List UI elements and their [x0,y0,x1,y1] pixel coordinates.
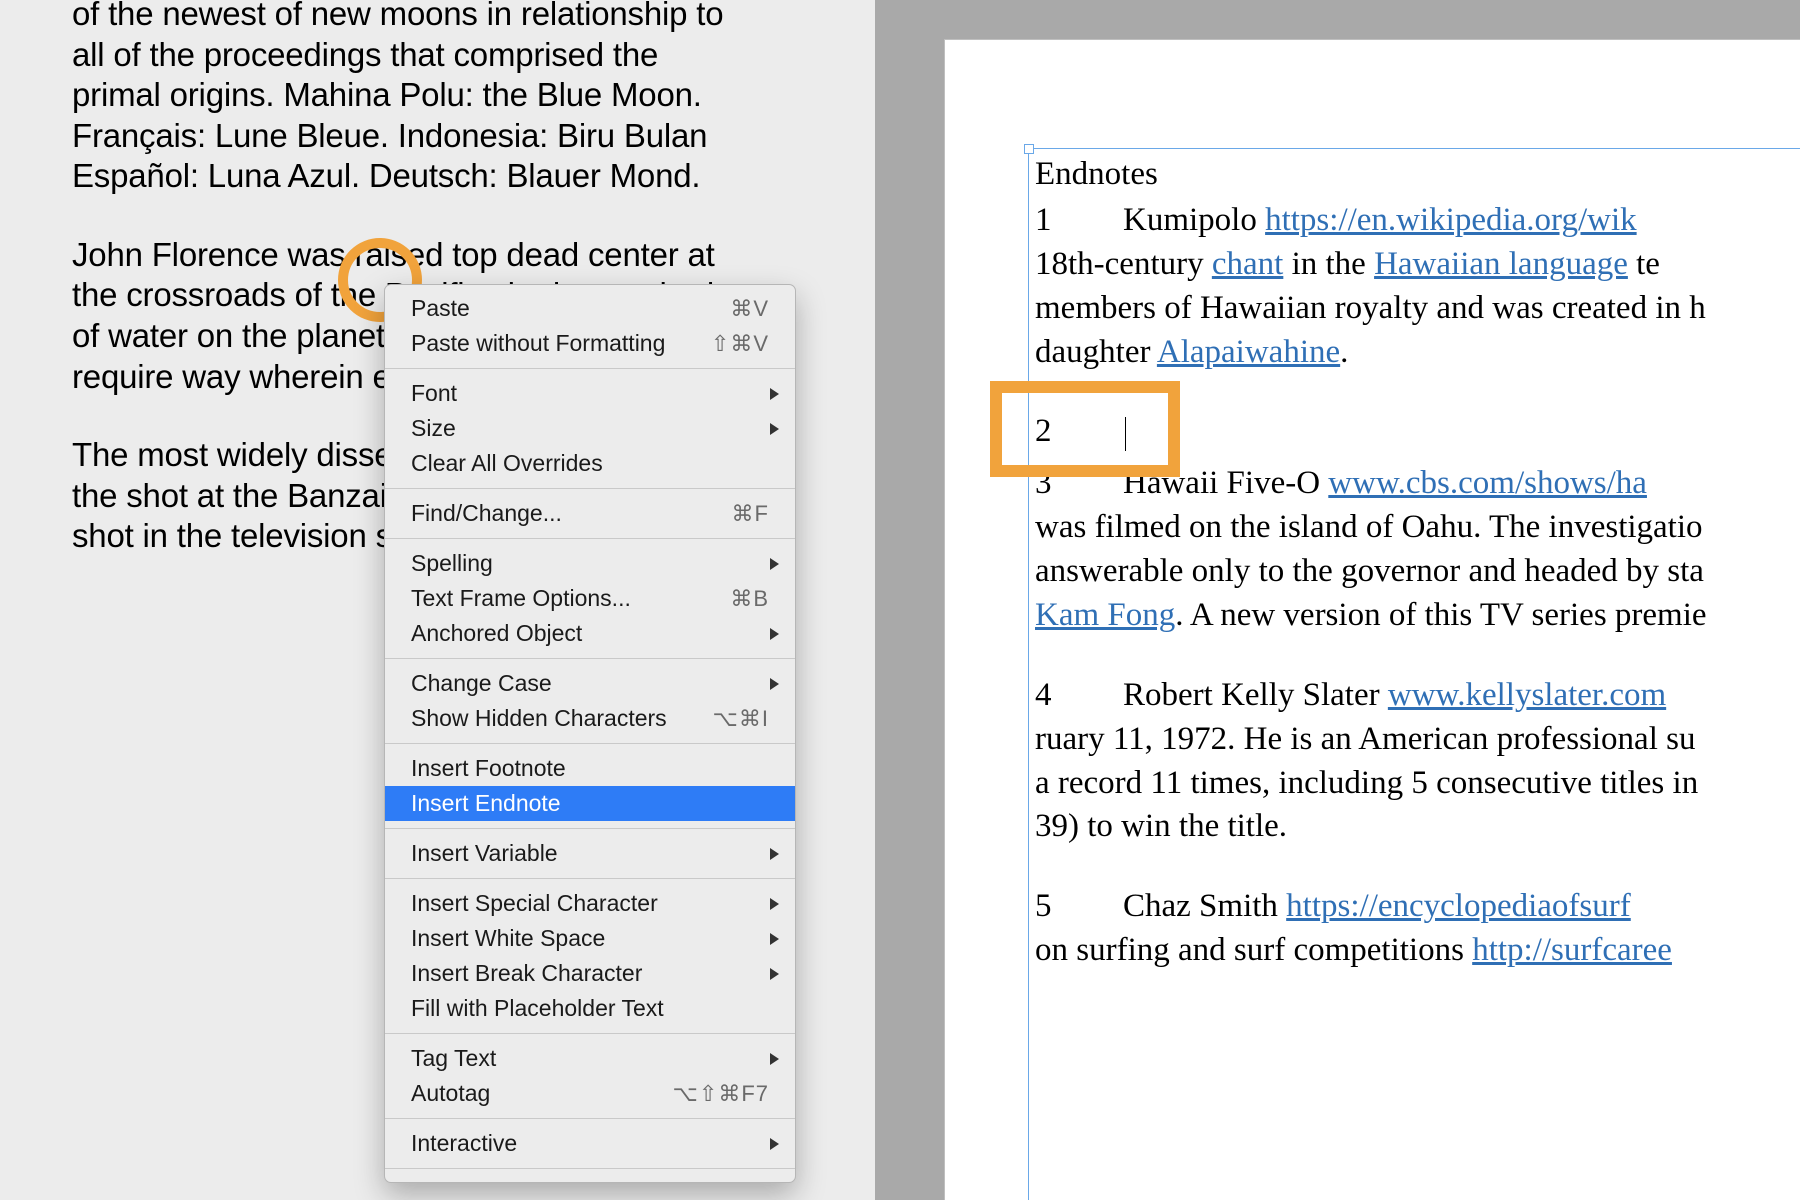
endnote-4: 4Robert Kelly Slater www.kellyslater.com… [1035,674,1800,850]
menu-interactive[interactable]: Interactive [385,1126,795,1161]
endnotes-heading: Endnotes [1035,153,1800,197]
menu-separator [385,1168,795,1169]
endnote-1: 1Kumipolo https://en.wikipedia.org/wik 1… [1035,199,1800,375]
menu-separator [385,538,795,539]
endnote-link[interactable]: https://en.wikipedia.org/wik [1265,202,1637,238]
menu-show-hidden-characters[interactable]: Show Hidden Characters ⌥⌘I [385,701,795,736]
menu-insert-special-character[interactable]: Insert Special Character [385,886,795,921]
menu-insert-footnote[interactable]: Insert Footnote [385,751,795,786]
endnotes-page: Endnotes 1Kumipolo https://en.wikipedia.… [945,40,1800,1200]
endnote-number: 5 [1035,885,1123,929]
menu-text-frame-options[interactable]: Text Frame Options... ⌘B [385,581,795,616]
shortcut-label: ⌥⌘I [713,706,769,732]
menu-separator [385,1033,795,1034]
endnote-link[interactable]: www.cbs.com/shows/ha [1328,465,1647,501]
menu-separator [385,368,795,369]
annotation-box [990,381,1180,477]
endnote-link[interactable]: chant [1212,246,1283,282]
menu-paste[interactable]: Paste ⌘V [385,291,795,326]
menu-insert-break-character[interactable]: Insert Break Character [385,956,795,991]
menu-tag-text[interactable]: Tag Text [385,1041,795,1076]
endnote-link[interactable]: Hawaiian language [1374,246,1628,282]
endnote-link[interactable]: www.kellyslater.com [1388,677,1666,713]
context-menu[interactable]: Paste ⌘V Paste without Formatting ⇧⌘V Fo… [384,284,796,1183]
menu-separator [385,828,795,829]
endnote-number: 1 [1035,199,1123,243]
menu-spelling[interactable]: Spelling [385,546,795,581]
menu-insert-endnote[interactable]: Insert Endnote [385,786,795,821]
menu-separator [385,743,795,744]
menu-paste-without-formatting[interactable]: Paste without Formatting ⇧⌘V [385,326,795,361]
menu-change-case[interactable]: Change Case [385,666,795,701]
shortcut-label: ⌘F [732,501,769,527]
endnote-3: 3Hawaii Five-O www.cbs.com/shows/ha was … [1035,462,1800,638]
endnotes-content[interactable]: Endnotes 1Kumipolo https://en.wikipedia.… [1029,149,1800,1013]
workspace: of the newest of new moons in relationsh… [0,0,1800,1200]
endnote-link[interactable]: https://encyclopediaofsurf [1286,888,1631,924]
shortcut-label: ⇧⌘V [711,331,769,357]
menu-anchored-object[interactable]: Anchored Object [385,616,795,651]
frame-handle-top-left[interactable] [1024,144,1034,154]
menu-font[interactable]: Font [385,376,795,411]
pasteboard: Endnotes 1Kumipolo https://en.wikipedia.… [875,0,1800,1200]
menu-insert-variable[interactable]: Insert Variable [385,836,795,871]
menu-autotag[interactable]: Autotag ⌥⇧⌘F7 [385,1076,795,1111]
menu-find-change[interactable]: Find/Change... ⌘F [385,496,795,531]
endnote-link[interactable]: Kam Fong [1035,597,1175,633]
endnote-number: 4 [1035,674,1123,718]
endnote-link[interactable]: Alapaiwahine [1157,334,1340,370]
paragraph-1: of the newest of new moons in relationsh… [72,0,732,197]
shortcut-label: ⌘V [730,296,769,322]
menu-separator [385,1118,795,1119]
shortcut-label: ⌘B [730,586,769,612]
menu-fill-with-placeholder-text[interactable]: Fill with Placeholder Text [385,991,795,1026]
shortcut-label: ⌥⇧⌘F7 [673,1081,769,1107]
endnote-link[interactable]: http://surfcaree [1472,932,1672,968]
menu-separator [385,488,795,489]
menu-insert-white-space[interactable]: Insert White Space [385,921,795,956]
endnotes-text-frame[interactable]: Endnotes 1Kumipolo https://en.wikipedia.… [1028,148,1800,1200]
endnote-5: 5Chaz Smith https://encyclopediaofsurf o… [1035,885,1800,973]
menu-clear-all-overrides[interactable]: Clear All Overrides [385,446,795,481]
menu-separator [385,658,795,659]
menu-size[interactable]: Size [385,411,795,446]
menu-separator [385,878,795,879]
